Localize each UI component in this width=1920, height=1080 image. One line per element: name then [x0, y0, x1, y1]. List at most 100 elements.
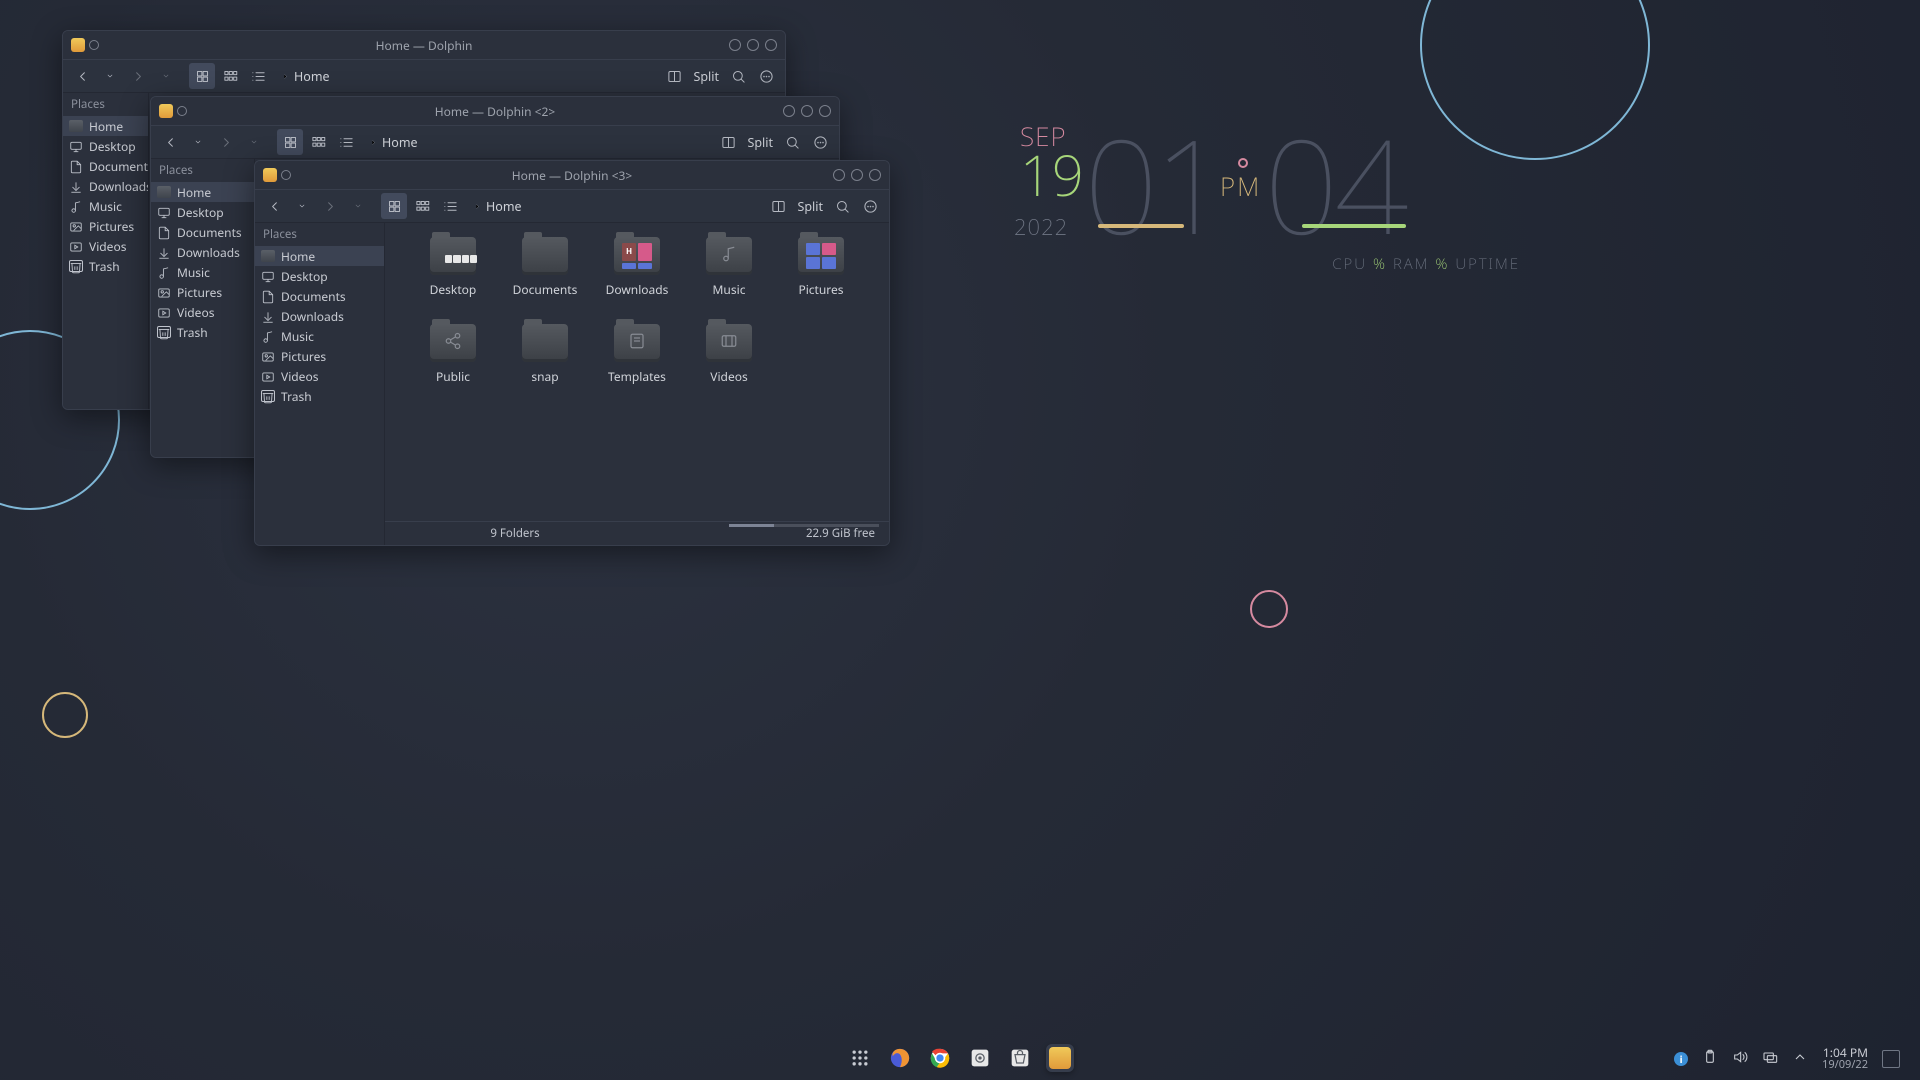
sidebar-item-downloads[interactable]: Downloads [63, 176, 148, 196]
pin-button[interactable] [177, 106, 187, 116]
software-center-button[interactable] [1006, 1044, 1034, 1072]
pin-button[interactable] [281, 170, 291, 180]
forward-button[interactable] [213, 129, 239, 155]
search-button[interactable] [829, 193, 855, 219]
folder-downloads[interactable]: HDownloads [591, 237, 683, 298]
forward-history-button[interactable] [241, 129, 267, 155]
sidebar-item-music[interactable]: Music [151, 262, 254, 282]
icon-view-button[interactable] [189, 63, 215, 89]
titlebar[interactable]: Home — Dolphin <3> [255, 161, 889, 189]
close-button[interactable] [765, 39, 777, 51]
minimize-button[interactable] [783, 105, 795, 117]
maximize-button[interactable] [747, 39, 759, 51]
sidebar-item-music[interactable]: Music [255, 326, 384, 346]
clipboard-icon[interactable] [1702, 1049, 1718, 1069]
split-button[interactable]: Split [693, 68, 719, 85]
forward-button[interactable] [125, 63, 151, 89]
app-launcher-button[interactable] [846, 1044, 874, 1072]
taskbar-clock[interactable]: 1:04 PM 19/09/22 [1822, 1046, 1868, 1072]
breadcrumb-segment[interactable]: Home [382, 134, 418, 151]
sidebar-item-trash[interactable]: Trash [255, 386, 384, 406]
forward-history-button[interactable] [345, 193, 371, 219]
compact-view-button[interactable] [217, 63, 243, 89]
folder-public[interactable]: Public [407, 324, 499, 385]
breadcrumb[interactable]: Home [369, 134, 418, 151]
volume-icon[interactable] [1732, 1049, 1748, 1069]
menu-button[interactable] [857, 193, 883, 219]
sidebar-item-videos[interactable]: Videos [255, 366, 384, 386]
system-settings-button[interactable] [966, 1044, 994, 1072]
search-button[interactable] [779, 129, 805, 155]
compact-view-button[interactable] [409, 193, 435, 219]
back-button[interactable] [157, 129, 183, 155]
dolphin-button[interactable] [1046, 1044, 1074, 1072]
sidebar-item-pictures[interactable]: Pictures [63, 216, 148, 236]
sidebar-item-home[interactable]: Home [63, 116, 148, 136]
folder-templates[interactable]: Templates [591, 324, 683, 385]
sidebar-item-home[interactable]: Home [151, 182, 254, 202]
chrome-button[interactable] [926, 1044, 954, 1072]
sidebar-item-documents[interactable]: Documents [151, 222, 254, 242]
details-view-button[interactable] [333, 129, 359, 155]
folder-music[interactable]: Music [683, 237, 775, 298]
show-desktop-button[interactable] [1882, 1050, 1900, 1068]
firefox-button[interactable] [886, 1044, 914, 1072]
sidebar-item-desktop[interactable]: Desktop [255, 266, 384, 286]
folder-view[interactable]: DesktopDocumentsHDownloadsMusicPictures P… [385, 223, 889, 545]
network-icon[interactable] [1762, 1049, 1778, 1069]
forward-button[interactable] [317, 193, 343, 219]
maximize-button[interactable] [801, 105, 813, 117]
icon-view-button[interactable] [381, 193, 407, 219]
folder-desktop[interactable]: Desktop [407, 237, 499, 298]
folder-documents[interactable]: Documents [499, 237, 591, 298]
sidebar-item-videos[interactable]: Videos [151, 302, 254, 322]
maximize-button[interactable] [851, 169, 863, 181]
info-icon[interactable]: i [1674, 1052, 1688, 1066]
icon-view-button[interactable] [277, 129, 303, 155]
pin-button[interactable] [89, 40, 99, 50]
sidebar-item-videos[interactable]: Videos [63, 236, 148, 256]
back-history-button[interactable] [97, 63, 123, 89]
titlebar[interactable]: Home — Dolphin <2> [151, 97, 839, 125]
sidebar-item-downloads[interactable]: Downloads [151, 242, 254, 262]
compact-view-button[interactable] [305, 129, 331, 155]
sidebar-item-desktop[interactable]: Desktop [63, 136, 148, 156]
back-button[interactable] [261, 193, 287, 219]
split-icon[interactable] [661, 63, 687, 89]
minimize-button[interactable] [729, 39, 741, 51]
menu-button[interactable] [807, 129, 833, 155]
sidebar-item-pictures[interactable]: Pictures [151, 282, 254, 302]
folder-snap[interactable]: snap [499, 324, 591, 385]
sidebar-item-documents[interactable]: Documents [63, 156, 148, 176]
details-view-button[interactable] [245, 63, 271, 89]
tray-expand-button[interactable] [1792, 1049, 1808, 1069]
sidebar-item-pictures[interactable]: Pictures [255, 346, 384, 366]
split-button[interactable]: Split [797, 198, 823, 215]
folder-videos[interactable]: Videos [683, 324, 775, 385]
sidebar-item-trash[interactable]: Trash [151, 322, 254, 342]
split-button[interactable]: Split [747, 134, 773, 151]
breadcrumb-segment[interactable]: Home [486, 198, 522, 215]
sidebar-item-home[interactable]: Home [255, 246, 384, 266]
sidebar-item-trash[interactable]: Trash [63, 256, 148, 276]
breadcrumb[interactable]: Home [473, 198, 522, 215]
sidebar-item-downloads[interactable]: Downloads [255, 306, 384, 326]
folder-pictures[interactable]: Pictures [775, 237, 867, 298]
back-history-button[interactable] [185, 129, 211, 155]
breadcrumb-segment[interactable]: Home [294, 68, 330, 85]
search-button[interactable] [725, 63, 751, 89]
details-view-button[interactable] [437, 193, 463, 219]
sidebar-item-music[interactable]: Music [63, 196, 148, 216]
sidebar-item-documents[interactable]: Documents [255, 286, 384, 306]
sidebar-item-desktop[interactable]: Desktop [151, 202, 254, 222]
split-icon[interactable] [715, 129, 741, 155]
minimize-button[interactable] [833, 169, 845, 181]
back-history-button[interactable] [289, 193, 315, 219]
close-button[interactable] [819, 105, 831, 117]
split-icon[interactable] [765, 193, 791, 219]
back-button[interactable] [69, 63, 95, 89]
titlebar[interactable]: Home — Dolphin [63, 31, 785, 59]
forward-history-button[interactable] [153, 63, 179, 89]
menu-button[interactable] [753, 63, 779, 89]
breadcrumb[interactable]: Home [281, 68, 330, 85]
